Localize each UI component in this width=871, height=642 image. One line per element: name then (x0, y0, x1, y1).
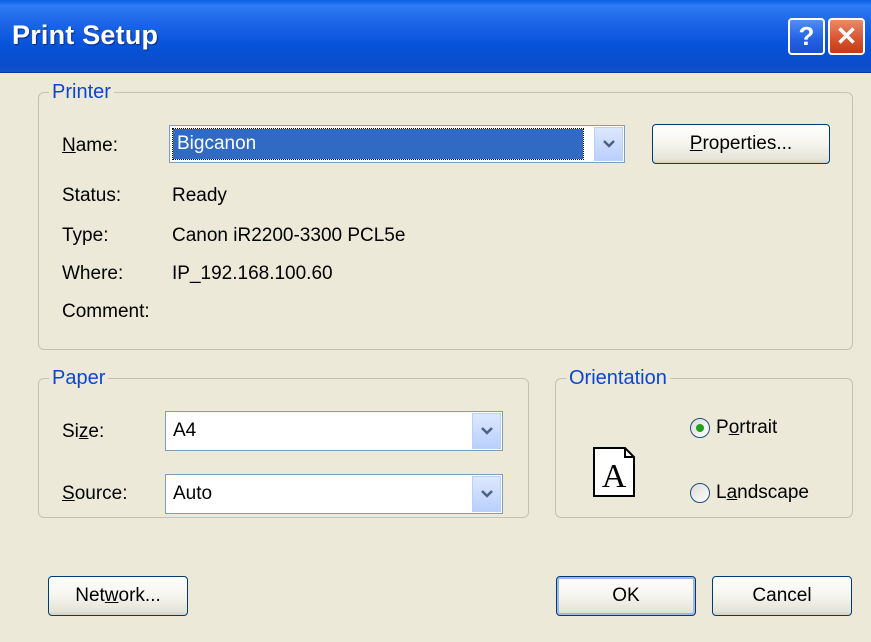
printer-name-select[interactable]: Bigcanon (169, 125, 625, 163)
source-label: Source: (62, 483, 128, 504)
paper-source-value: Auto (173, 483, 213, 504)
title-bar[interactable]: Print Setup ? ✕ (0, 0, 871, 73)
paper-legend: Paper (49, 366, 109, 390)
printer-legend: Printer (49, 80, 114, 104)
portrait-radio[interactable] (690, 418, 710, 438)
page-preview-icon: A (593, 447, 635, 497)
comment-label: Comment: (62, 301, 150, 322)
chevron-down-icon (480, 490, 493, 498)
portrait-label[interactable]: Portrait (716, 416, 777, 440)
printer-name-value: Bigcanon (177, 133, 257, 154)
cancel-label: Cancel (752, 585, 812, 606)
type-label: Type: (62, 225, 109, 246)
where-value: IP_192.168.100.60 (172, 263, 333, 284)
paper-size-value: A4 (173, 420, 197, 441)
where-label: Where: (62, 263, 124, 284)
question-icon: ? (798, 21, 815, 51)
network-label: Network... (75, 585, 161, 606)
network-button[interactable]: Network... (48, 576, 188, 616)
print-setup-dialog: Print Setup ? ✕ Printer Name: Bigcanon P… (0, 0, 871, 642)
properties-button[interactable]: Properties... (652, 124, 830, 164)
paper-size-dropdown[interactable] (472, 413, 501, 449)
paper-size-select[interactable]: A4 (165, 411, 503, 451)
name-label: Name: (62, 135, 118, 156)
help-button[interactable]: ? (788, 18, 825, 55)
landscape-label[interactable]: Landscape (716, 481, 809, 505)
paper-source-select[interactable]: Auto (165, 474, 503, 514)
chevron-down-icon (480, 427, 493, 435)
status-value: Ready (172, 185, 227, 206)
ok-button[interactable]: OK (556, 576, 696, 616)
svg-text:A: A (602, 458, 627, 495)
close-button[interactable]: ✕ (828, 18, 865, 55)
status-label: Status: (62, 185, 122, 206)
size-label: Size: (62, 421, 105, 442)
landscape-radio[interactable] (690, 483, 710, 503)
paper-source-dropdown[interactable] (472, 476, 501, 512)
orientation-legend: Orientation (566, 366, 670, 390)
cancel-button[interactable]: Cancel (712, 576, 852, 616)
properties-label: Properties... (689, 133, 793, 154)
close-icon: ✕ (835, 21, 858, 51)
chevron-down-icon (602, 140, 615, 148)
ok-label: OK (612, 585, 640, 606)
dialog-title: Print Setup (12, 20, 159, 50)
type-value: Canon iR2200-3300 PCL5e (172, 225, 406, 246)
printer-name-dropdown[interactable] (594, 127, 623, 161)
